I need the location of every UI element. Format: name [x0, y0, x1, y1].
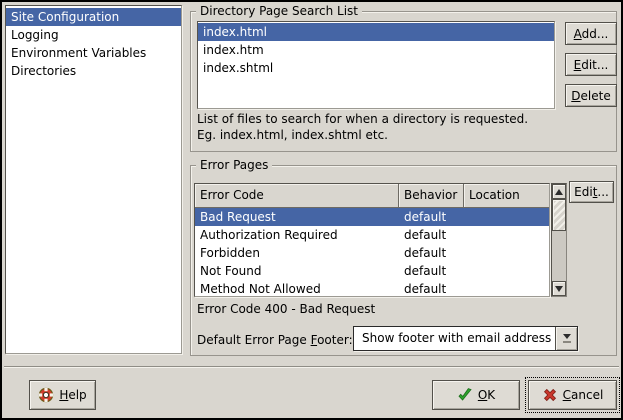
scroll-up-icon: [555, 189, 563, 195]
add-button[interactable]: Add...: [565, 22, 617, 45]
help-button-label: Help: [59, 388, 86, 402]
ok-button[interactable]: OK: [432, 380, 520, 410]
sidebar-item-directories[interactable]: Directories: [6, 62, 181, 80]
footer-select-value: Show footer with email address: [354, 327, 555, 350]
error-pages-table: Error Code Behavior Location Bad Request…: [194, 183, 550, 297]
file-list-item-index-html[interactable]: index.html: [198, 23, 554, 41]
help-button[interactable]: Help: [29, 380, 96, 410]
column-header-location[interactable]: Location: [464, 184, 549, 208]
sidebar-item-logging[interactable]: Logging: [6, 26, 181, 44]
directory-page-search-list-group: Directory Page Search List index.html in…: [190, 11, 617, 152]
directory-list-description-line1: List of files to search for when a direc…: [197, 112, 528, 127]
cancel-x-icon: [542, 387, 558, 403]
ok-button-label: OK: [478, 388, 495, 402]
table-row-method-not-allowed[interactable]: Method Not Allowed default: [195, 280, 549, 298]
delete-button-label: Delete: [571, 89, 610, 103]
chevron-down-icon: [563, 334, 571, 339]
edit-error-page-button[interactable]: Edit...: [569, 181, 614, 203]
file-list-item-index-shtml[interactable]: index.shtml: [198, 59, 554, 77]
edit-file-button[interactable]: Edit...: [565, 53, 617, 76]
scrollbar-down-button[interactable]: [552, 281, 566, 296]
table-row-not-found[interactable]: Not Found default: [195, 262, 549, 280]
button-area-separator: [4, 366, 619, 368]
scrollbar-up-button[interactable]: [552, 184, 566, 199]
file-list-item-index-htm[interactable]: index.htm: [198, 41, 554, 59]
sidebar-item-site-configuration[interactable]: Site Configuration: [6, 8, 181, 26]
table-row-forbidden[interactable]: Forbidden default: [195, 244, 549, 262]
section-list: Site Configuration Logging Environment V…: [5, 5, 182, 354]
default-error-page-footer-label: Default Error Page Footer:: [197, 333, 353, 348]
directory-file-list: index.html index.htm index.shtml: [197, 21, 555, 109]
cancel-button[interactable]: Cancel: [528, 380, 617, 410]
http-server-configuration-dialog: Site Configuration Logging Environment V…: [0, 0, 623, 420]
error-pages-group: Error Pages Error Code Behavior Location…: [190, 165, 617, 356]
table-row-authorization-required[interactable]: Authorization Required default: [195, 226, 549, 244]
cancel-button-label: Cancel: [563, 388, 604, 402]
help-lifebuoy-icon: [38, 387, 54, 403]
scroll-down-icon: [555, 286, 563, 292]
sidebar-item-environment-variables[interactable]: Environment Variables: [6, 44, 181, 62]
scrollbar-thumb[interactable]: [552, 199, 566, 231]
add-button-label: Add...: [574, 27, 609, 41]
combo-dropdown-button[interactable]: [555, 327, 577, 350]
edit-error-page-button-label: Edit...: [574, 185, 609, 199]
group-title-directory-page-search-list: Directory Page Search List: [196, 4, 362, 19]
combo-indicator-bar: [563, 341, 571, 343]
group-title-error-pages: Error Pages: [196, 158, 272, 173]
delete-button[interactable]: Delete: [565, 84, 617, 107]
directory-list-description-line2: Eg. index.html, index.shtml etc.: [197, 128, 388, 143]
column-header-behavior[interactable]: Behavior: [399, 184, 464, 208]
ok-checkmark-icon: [457, 387, 473, 403]
error-pages-table-header: Error Code Behavior Location: [195, 184, 549, 208]
error-pages-scrollbar[interactable]: [551, 183, 567, 297]
column-header-error-code[interactable]: Error Code: [195, 184, 399, 208]
error-code-status-text: Error Code 400 - Bad Request: [197, 302, 375, 317]
default-error-page-footer-select[interactable]: Show footer with email address: [353, 326, 578, 351]
edit-file-button-label: Edit...: [574, 58, 609, 72]
table-row-bad-request[interactable]: Bad Request default: [195, 208, 549, 226]
